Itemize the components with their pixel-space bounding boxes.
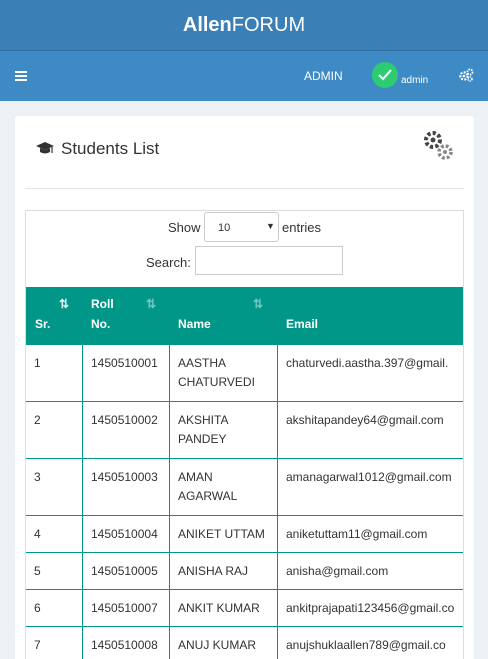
cell-roll: 1450510002 xyxy=(82,402,169,458)
cell-sr: 2 xyxy=(34,413,41,427)
sort-icon: ⇅ xyxy=(146,297,157,311)
cell-sr: 5 xyxy=(34,564,41,578)
cell-name: AKSHITA PANDEY xyxy=(169,402,277,458)
column-header-email[interactable]: Email xyxy=(277,287,463,345)
brand-bar: AllenFORUM xyxy=(0,0,488,50)
table-row[interactable]: 1 1450510001 AASTHA CHATURVEDI chaturved… xyxy=(26,345,463,402)
column-header-sr[interactable]: Sr. ⇅ xyxy=(26,287,82,345)
brand-rest-text: FORUM xyxy=(231,13,306,36)
table-row[interactable]: 5 1450510005 ANISHA RAJ anisha@gmail.com xyxy=(26,553,463,590)
length-control: Show 10 ▼ entries xyxy=(26,211,463,243)
gears-icon[interactable] xyxy=(421,128,457,164)
hamburger-icon[interactable] xyxy=(15,71,27,81)
cell-sr: 1 xyxy=(34,356,41,370)
cell-name: ANKIT KUMAR xyxy=(169,590,277,626)
show-label: Show xyxy=(168,220,201,235)
cell-sr: 4 xyxy=(34,527,41,541)
divider xyxy=(25,188,464,189)
table-header: Sr. ⇅ Roll No. ⇅ Name ⇅ Email xyxy=(26,287,463,345)
nav-username[interactable]: admin xyxy=(401,75,428,86)
cell-name: ANIKET UTTAM xyxy=(169,516,277,552)
students-panel: Students List Show 10 ▼ entries Search: … xyxy=(15,116,474,659)
page-title: Students List xyxy=(61,139,160,158)
table-row[interactable]: 2 1450510002 AKSHITA PANDEY akshitapande… xyxy=(26,402,463,459)
cell-roll: 1450510004 xyxy=(82,516,169,552)
cell-email: aniketuttam11@gmail.com xyxy=(277,516,463,552)
top-navbar: ADMIN admin xyxy=(0,50,488,101)
column-header-name[interactable]: Name ⇅ xyxy=(169,287,277,345)
table-body: 1 1450510001 AASTHA CHATURVEDI chaturved… xyxy=(26,345,463,659)
sort-icon: ⇅ xyxy=(59,297,70,311)
cell-roll: 1450510008 xyxy=(82,627,169,659)
roll-header-line1: Roll xyxy=(91,297,114,311)
cell-roll: 1450510001 xyxy=(82,345,169,401)
check-icon xyxy=(378,69,392,81)
cell-email: chaturvedi.aastha.397@gmail. xyxy=(277,345,463,401)
table-row[interactable]: 4 1450510004 ANIKET UTTAM aniketuttam11@… xyxy=(26,516,463,553)
cell-email: ankitprajapati123456@gmail.co xyxy=(277,590,463,626)
page-size-select[interactable]: 10 ▼ xyxy=(204,212,279,242)
cell-email: anujshuklaallen789@gmail.co xyxy=(277,627,463,659)
table-row[interactable]: 7 1450510008 ANUJ KUMAR anujshuklaallen7… xyxy=(26,627,463,659)
cell-sr: 6 xyxy=(34,601,41,615)
column-header-roll-label: Roll No. xyxy=(91,294,114,334)
cell-name: AASTHA CHATURVEDI xyxy=(169,345,277,401)
cogs-icon[interactable] xyxy=(458,68,474,82)
cell-roll: 1450510007 xyxy=(82,590,169,626)
app-title[interactable]: AllenFORUM xyxy=(183,14,305,37)
column-header-name-label: Name xyxy=(178,317,211,331)
cell-email: anisha@gmail.com xyxy=(277,553,463,589)
panel-header: Students List xyxy=(15,116,474,189)
roll-header-line2: No. xyxy=(91,317,111,331)
page-size-value: 10 xyxy=(218,222,231,234)
nav-role-label[interactable]: ADMIN xyxy=(304,69,343,83)
avatar[interactable] xyxy=(372,62,398,88)
cell-name: AMAN AGARWAL xyxy=(169,459,277,515)
cell-name: ANISHA RAJ xyxy=(169,553,277,589)
cell-roll: 1450510003 xyxy=(82,459,169,515)
cell-name: ANUJ KUMAR xyxy=(169,627,277,659)
table-row[interactable]: 6 1450510007 ANKIT KUMAR ankitprajapati1… xyxy=(26,590,463,627)
search-label: Search: xyxy=(146,255,191,270)
chevron-down-icon: ▼ xyxy=(266,221,275,231)
column-header-email-label: Email xyxy=(286,317,319,331)
graduation-cap-icon xyxy=(36,142,54,154)
cell-email: amanagarwal1012@gmail.com xyxy=(277,459,463,515)
cell-sr: 3 xyxy=(34,470,41,484)
cell-roll: 1450510005 xyxy=(82,553,169,589)
column-header-sr-label: Sr. xyxy=(35,317,51,331)
column-header-roll[interactable]: Roll No. ⇅ xyxy=(82,287,169,345)
cell-sr: 7 xyxy=(34,638,41,652)
search-input[interactable] xyxy=(195,246,343,275)
cell-email: akshitapandey64@gmail.com xyxy=(277,402,463,458)
table-row[interactable]: 3 1450510003 AMAN AGARWAL amanagarwal101… xyxy=(26,459,463,516)
students-table: Show 10 ▼ entries Search: Sr. ⇅ Roll No. … xyxy=(25,210,464,659)
sort-icon: ⇅ xyxy=(253,297,264,311)
entries-label: entries xyxy=(282,220,322,235)
brand-bold-text: Allen xyxy=(182,13,232,36)
